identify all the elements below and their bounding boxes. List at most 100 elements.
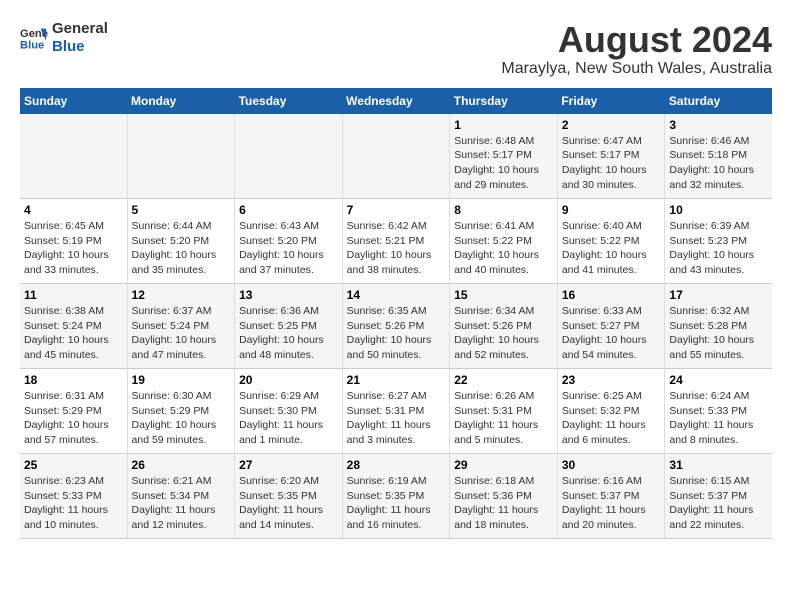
day-info: Sunrise: 6:21 AM Sunset: 5:34 PM Dayligh…	[132, 474, 231, 533]
page-header: General Blue General Blue August 2024 Ma…	[20, 20, 772, 78]
day-info: Sunrise: 6:42 AM Sunset: 5:21 PM Dayligh…	[347, 219, 446, 278]
calendar-cell: 7 Sunrise: 6:42 AM Sunset: 5:21 PM Daylig…	[342, 199, 450, 284]
day-number: 4	[24, 203, 123, 217]
day-info: Sunrise: 6:15 AM Sunset: 5:37 PM Dayligh…	[669, 474, 768, 533]
day-number: 7	[347, 203, 446, 217]
calendar-cell: 3 Sunrise: 6:46 AM Sunset: 5:18 PM Daylig…	[665, 114, 772, 199]
calendar-cell: 26 Sunrise: 6:21 AM Sunset: 5:34 PM Dayli…	[127, 454, 235, 539]
day-info: Sunrise: 6:33 AM Sunset: 5:27 PM Dayligh…	[562, 304, 661, 363]
calendar-cell: 2Sunrise: 6:47 AM Sunset: 5:17 PM Daylig…	[557, 114, 665, 199]
calendar-cell: 24 Sunrise: 6:24 AM Sunset: 5:33 PM Dayli…	[665, 369, 772, 454]
day-number: 19	[132, 373, 231, 387]
calendar-cell: 4 Sunrise: 6:45 AM Sunset: 5:19 PM Daylig…	[20, 199, 127, 284]
col-header-wednesday: Wednesday	[342, 88, 450, 114]
calendar-cell: 6 Sunrise: 6:43 AM Sunset: 5:20 PM Daylig…	[235, 199, 343, 284]
day-number: 5	[132, 203, 231, 217]
logo: General Blue General Blue	[20, 20, 108, 56]
day-info: Sunrise: 6:40 AM Sunset: 5:22 PM Dayligh…	[562, 219, 661, 278]
calendar-cell: 31 Sunrise: 6:15 AM Sunset: 5:37 PM Dayli…	[665, 454, 772, 539]
calendar-cell: 28 Sunrise: 6:19 AM Sunset: 5:35 PM Dayli…	[342, 454, 450, 539]
week-row-2: 4 Sunrise: 6:45 AM Sunset: 5:19 PM Daylig…	[20, 199, 772, 284]
calendar-subtitle: Maraylya, New South Wales, Australia	[501, 60, 772, 78]
day-info: Sunrise: 6:46 AM Sunset: 5:18 PM Dayligh…	[669, 134, 768, 193]
day-info: Sunrise: 6:20 AM Sunset: 5:35 PM Dayligh…	[239, 474, 338, 533]
calendar-cell: 10 Sunrise: 6:39 AM Sunset: 5:23 PM Dayli…	[665, 199, 772, 284]
day-info: Sunrise: 6:34 AM Sunset: 5:26 PM Dayligh…	[454, 304, 553, 363]
calendar-cell: 30Sunrise: 6:16 AM Sunset: 5:37 PM Dayli…	[557, 454, 665, 539]
day-number: 6	[239, 203, 338, 217]
day-number: 24	[669, 373, 768, 387]
col-header-tuesday: Tuesday	[235, 88, 343, 114]
calendar-cell	[20, 114, 127, 199]
day-number: 25	[24, 458, 123, 472]
logo-general: General	[52, 20, 108, 38]
calendar-cell: 8 Sunrise: 6:41 AM Sunset: 5:22 PM Daylig…	[450, 199, 558, 284]
svg-text:Blue: Blue	[20, 39, 44, 51]
week-row-1: 1Sunrise: 6:48 AM Sunset: 5:17 PM Daylig…	[20, 114, 772, 199]
day-number: 11	[24, 288, 123, 302]
week-row-4: 18 Sunrise: 6:31 AM Sunset: 5:29 PM Dayli…	[20, 369, 772, 454]
day-number: 12	[132, 288, 231, 302]
day-info: Sunrise: 6:43 AM Sunset: 5:20 PM Dayligh…	[239, 219, 338, 278]
day-info: Sunrise: 6:39 AM Sunset: 5:23 PM Dayligh…	[669, 219, 768, 278]
day-number: 2	[562, 118, 661, 132]
calendar-cell: 15 Sunrise: 6:34 AM Sunset: 5:26 PM Dayli…	[450, 284, 558, 369]
day-info: Sunrise: 6:37 AM Sunset: 5:24 PM Dayligh…	[132, 304, 231, 363]
title-block: August 2024 Maraylya, New South Wales, A…	[501, 20, 772, 78]
col-header-monday: Monday	[127, 88, 235, 114]
day-info: Sunrise: 6:32 AM Sunset: 5:28 PM Dayligh…	[669, 304, 768, 363]
day-number: 26	[132, 458, 231, 472]
day-info: Sunrise: 6:27 AM Sunset: 5:31 PM Dayligh…	[347, 389, 446, 448]
day-info: Sunrise: 6:38 AM Sunset: 5:24 PM Dayligh…	[24, 304, 123, 363]
day-number: 3	[669, 118, 768, 132]
calendar-title: August 2024	[501, 20, 772, 60]
day-info: Sunrise: 6:31 AM Sunset: 5:29 PM Dayligh…	[24, 389, 123, 448]
day-info: Sunrise: 6:29 AM Sunset: 5:30 PM Dayligh…	[239, 389, 338, 448]
week-row-3: 11 Sunrise: 6:38 AM Sunset: 5:24 PM Dayli…	[20, 284, 772, 369]
day-number: 27	[239, 458, 338, 472]
calendar-cell: 17Sunrise: 6:32 AM Sunset: 5:28 PM Dayli…	[665, 284, 772, 369]
day-number: 22	[454, 373, 553, 387]
day-number: 31	[669, 458, 768, 472]
col-header-friday: Friday	[557, 88, 665, 114]
calendar-cell: 22 Sunrise: 6:26 AM Sunset: 5:31 PM Dayli…	[450, 369, 558, 454]
calendar-cell: 19 Sunrise: 6:30 AM Sunset: 5:29 PM Dayli…	[127, 369, 235, 454]
calendar-cell: 11 Sunrise: 6:38 AM Sunset: 5:24 PM Dayli…	[20, 284, 127, 369]
day-info: Sunrise: 6:45 AM Sunset: 5:19 PM Dayligh…	[24, 219, 123, 278]
calendar-table: SundayMondayTuesdayWednesdayThursdayFrid…	[20, 88, 772, 540]
day-number: 28	[347, 458, 446, 472]
day-info: Sunrise: 6:36 AM Sunset: 5:25 PM Dayligh…	[239, 304, 338, 363]
calendar-cell: 25 Sunrise: 6:23 AM Sunset: 5:33 PM Dayli…	[20, 454, 127, 539]
day-number: 9	[562, 203, 661, 217]
calendar-cell: 18 Sunrise: 6:31 AM Sunset: 5:29 PM Dayli…	[20, 369, 127, 454]
day-info: Sunrise: 6:19 AM Sunset: 5:35 PM Dayligh…	[347, 474, 446, 533]
col-header-saturday: Saturday	[665, 88, 772, 114]
day-info: Sunrise: 6:24 AM Sunset: 5:33 PM Dayligh…	[669, 389, 768, 448]
logo-blue: Blue	[52, 38, 108, 56]
col-header-sunday: Sunday	[20, 88, 127, 114]
day-info: Sunrise: 6:26 AM Sunset: 5:31 PM Dayligh…	[454, 389, 553, 448]
logo-icon: General Blue	[20, 24, 48, 52]
day-number: 30	[562, 458, 661, 472]
day-info: Sunrise: 6:44 AM Sunset: 5:20 PM Dayligh…	[132, 219, 231, 278]
day-info: Sunrise: 6:41 AM Sunset: 5:22 PM Dayligh…	[454, 219, 553, 278]
day-number: 10	[669, 203, 768, 217]
day-info: Sunrise: 6:48 AM Sunset: 5:17 PM Dayligh…	[454, 134, 553, 193]
day-info: Sunrise: 6:35 AM Sunset: 5:26 PM Dayligh…	[347, 304, 446, 363]
week-row-5: 25 Sunrise: 6:23 AM Sunset: 5:33 PM Dayli…	[20, 454, 772, 539]
calendar-cell: 1Sunrise: 6:48 AM Sunset: 5:17 PM Daylig…	[450, 114, 558, 199]
col-header-thursday: Thursday	[450, 88, 558, 114]
day-number: 8	[454, 203, 553, 217]
day-number: 21	[347, 373, 446, 387]
calendar-cell: 9 Sunrise: 6:40 AM Sunset: 5:22 PM Daylig…	[557, 199, 665, 284]
calendar-cell: 12 Sunrise: 6:37 AM Sunset: 5:24 PM Dayli…	[127, 284, 235, 369]
day-info: Sunrise: 6:30 AM Sunset: 5:29 PM Dayligh…	[132, 389, 231, 448]
day-number: 18	[24, 373, 123, 387]
calendar-cell	[342, 114, 450, 199]
day-number: 15	[454, 288, 553, 302]
day-number: 23	[562, 373, 661, 387]
calendar-cell: 29Sunrise: 6:18 AM Sunset: 5:36 PM Dayli…	[450, 454, 558, 539]
calendar-cell: 20Sunrise: 6:29 AM Sunset: 5:30 PM Dayli…	[235, 369, 343, 454]
calendar-cell: 13Sunrise: 6:36 AM Sunset: 5:25 PM Dayli…	[235, 284, 343, 369]
day-info: Sunrise: 6:23 AM Sunset: 5:33 PM Dayligh…	[24, 474, 123, 533]
